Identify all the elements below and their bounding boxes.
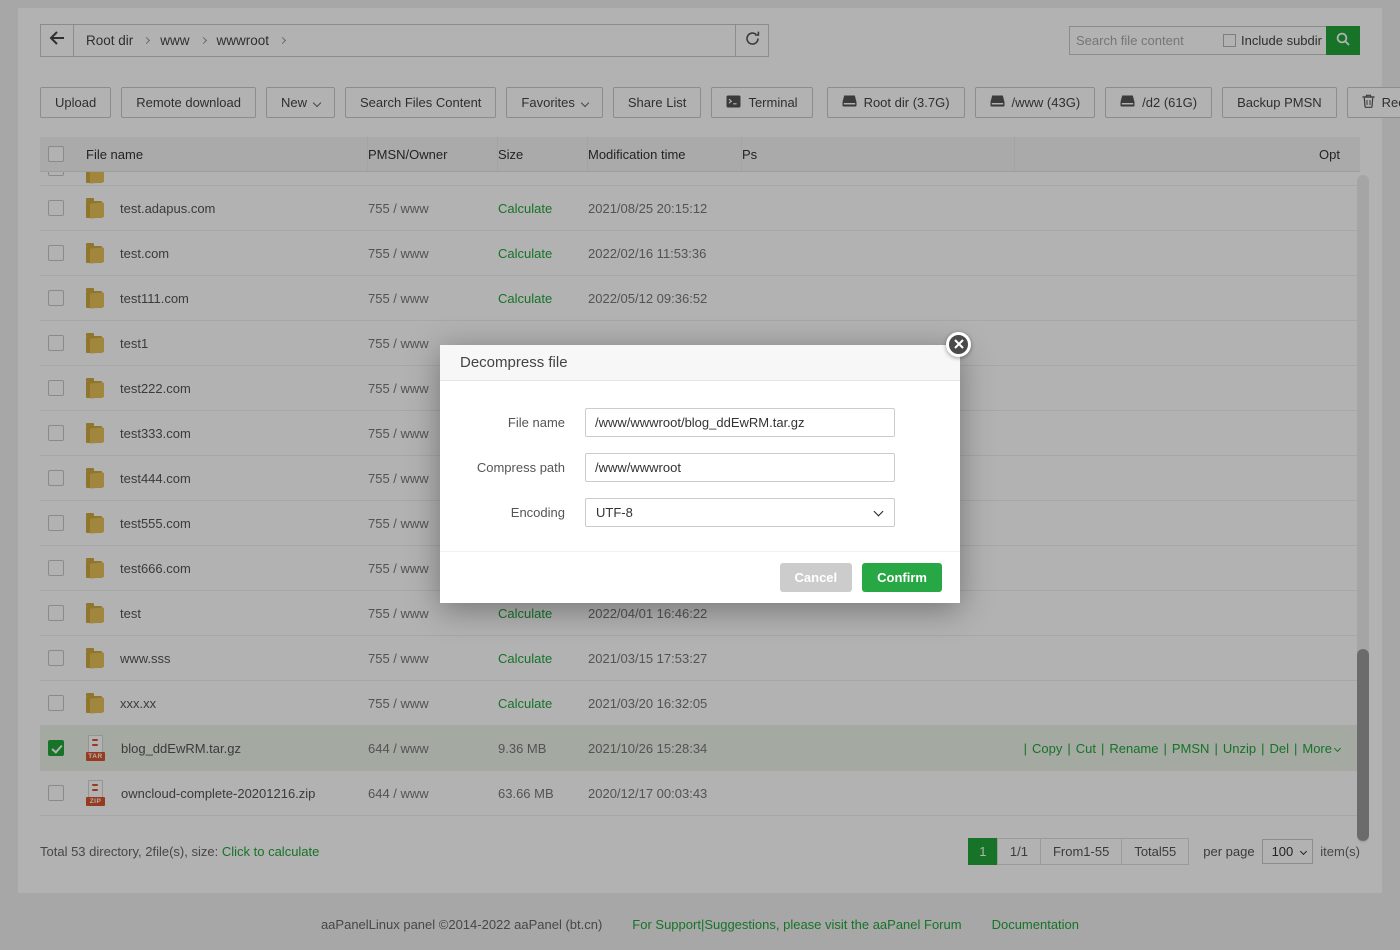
compress-path-input[interactable] bbox=[585, 453, 895, 482]
close-icon bbox=[954, 336, 964, 354]
cancel-button[interactable]: Cancel bbox=[780, 563, 853, 592]
encoding-value: UTF-8 bbox=[596, 505, 633, 520]
encoding-label: Encoding bbox=[440, 505, 585, 520]
decompress-dialog: Decompress file File name Compress path … bbox=[440, 345, 960, 603]
chevron-down-icon bbox=[874, 507, 884, 517]
dialog-footer: Cancel Confirm bbox=[440, 551, 960, 603]
compress-path-label: Compress path bbox=[440, 460, 585, 475]
encoding-select[interactable]: UTF-8 bbox=[585, 498, 895, 527]
dialog-title: Decompress file bbox=[440, 345, 960, 381]
file-name-input[interactable] bbox=[585, 408, 895, 437]
confirm-button[interactable]: Confirm bbox=[862, 563, 942, 592]
close-button[interactable] bbox=[946, 332, 971, 357]
file-name-label: File name bbox=[440, 415, 585, 430]
dialog-body: File name Compress path Encoding UTF-8 bbox=[440, 381, 960, 551]
